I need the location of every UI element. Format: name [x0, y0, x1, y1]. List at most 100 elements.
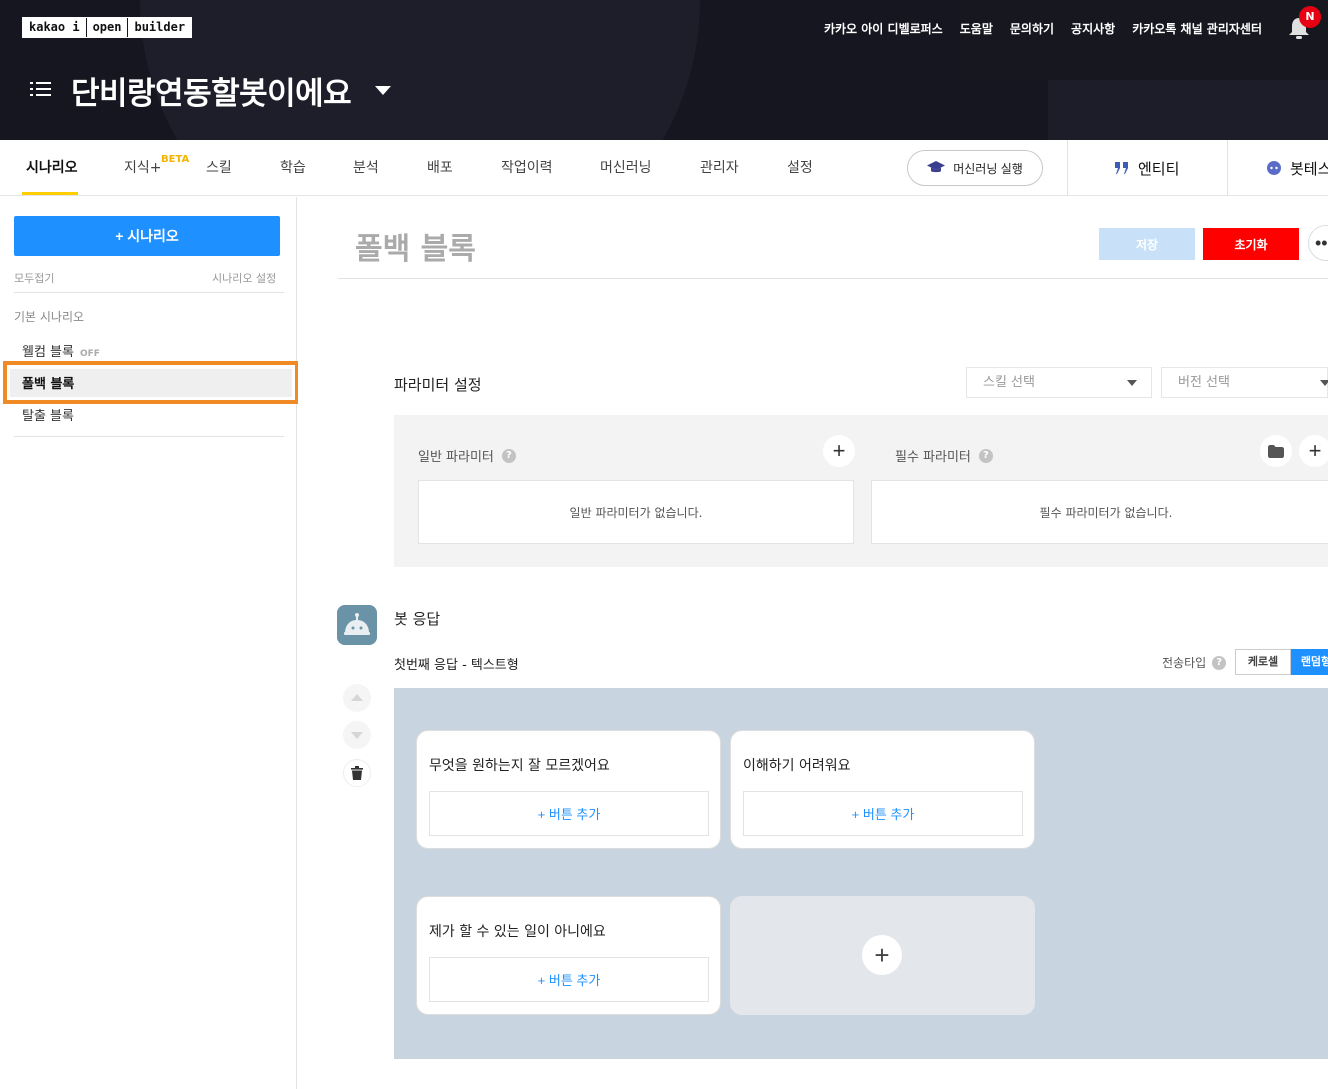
add-card-button[interactable]: +	[862, 935, 902, 975]
header-decoration	[1048, 80, 1328, 140]
logo-part: builder	[127, 18, 191, 37]
chat-bot-icon	[1267, 161, 1281, 175]
sidebar-item-exit-block[interactable]: 탈출 블록	[22, 405, 74, 424]
bot-avatar-icon	[337, 605, 377, 645]
response-card[interactable]: 무엇을 원하는지 잘 모르겠어요 + 버튼 추가	[416, 730, 721, 849]
logo-part: kakao i	[29, 20, 80, 34]
add-scenario-button[interactable]: + 시나리오	[14, 216, 280, 256]
version-select[interactable]: 버전 선택	[1161, 367, 1328, 398]
sidebar-item-label: 웰컴 블록	[22, 345, 74, 360]
link-inquiry[interactable]: 문의하기	[1010, 20, 1054, 37]
ml-button-label: 머신러닝 실행	[953, 161, 1023, 176]
tab-knowledge[interactable]: 지식+	[124, 140, 162, 196]
title-divider	[338, 278, 1328, 279]
send-type-random-button[interactable]: 랜덤형	[1291, 649, 1328, 675]
help-icon[interactable]: ?	[1212, 655, 1227, 670]
top-header: kakao i open builder 카카오 아이 디벨로퍼스 도움말 문의…	[0, 0, 1328, 140]
nav-divider	[1227, 140, 1228, 196]
chevron-up-icon	[351, 694, 363, 701]
send-type: 전송타입 ?	[1162, 654, 1227, 671]
tab-scenario[interactable]: 시나리오	[26, 140, 78, 196]
tab-admin[interactable]: 관리자	[700, 140, 739, 196]
required-parameter-label: 필수 파라미터	[895, 450, 971, 465]
general-parameter-label: 일반 파라미터	[418, 450, 494, 465]
sidebar-item-welcome-block[interactable]: 웰컴 블록 OFF	[22, 341, 100, 360]
response-card-text[interactable]: 이해하기 어려워요	[743, 755, 851, 775]
block-title[interactable]: 폴백 블록	[355, 224, 476, 268]
open-builder-page: kakao i open builder 카카오 아이 디벨로퍼스 도움말 문의…	[0, 0, 1328, 1089]
bot-name-title[interactable]: 단비랑연동할봇이에요	[71, 68, 352, 113]
link-developers[interactable]: 카카오 아이 디벨로퍼스	[824, 20, 943, 37]
response-card-text[interactable]: 제가 할 수 있는 일이 아니에요	[429, 921, 606, 941]
tab-history[interactable]: 작업이력	[501, 140, 553, 196]
scenario-settings-link[interactable]: 시나리오 설정	[212, 270, 276, 286]
add-card-slot[interactable]: +	[730, 896, 1035, 1015]
tab-analysis[interactable]: 분석	[353, 140, 379, 196]
help-icon[interactable]: ?	[978, 448, 993, 463]
add-required-parameter-button[interactable]: +	[1299, 435, 1328, 467]
skill-select-value: 스킬 선택	[983, 375, 1035, 390]
entity-link[interactable]: 엔티티	[1114, 140, 1179, 196]
delete-response-button[interactable]	[343, 759, 371, 787]
general-parameter-title: 일반 파라미터 ?	[418, 446, 516, 465]
send-type-carousel-button[interactable]: 케로셀	[1235, 649, 1291, 675]
folder-icon	[1268, 445, 1284, 458]
chevron-down-icon[interactable]	[375, 86, 391, 95]
highlight-box	[3, 361, 299, 404]
chevron-down-icon	[1320, 380, 1328, 386]
bot-test-link[interactable]: 봇테스	[1266, 140, 1328, 196]
sidebar-divider	[14, 292, 284, 293]
nav-divider	[1067, 140, 1068, 196]
header-decoration	[960, 0, 1328, 80]
link-help[interactable]: 도움말	[960, 20, 993, 37]
add-button-button[interactable]: + 버튼 추가	[429, 957, 709, 1002]
chevron-down-icon	[1127, 380, 1137, 386]
tab-skill[interactable]: 스킬	[206, 140, 232, 196]
kakao-i-open-builder-logo[interactable]: kakao i open builder	[22, 17, 193, 38]
top-links: 카카오 아이 디벨로퍼스 도움말 문의하기 공지사항 카카오톡 채널 관리자센터	[824, 20, 1262, 37]
general-parameter-empty: 일반 파라미터가 없습니다.	[418, 480, 854, 544]
entity-label: 엔티티	[1138, 159, 1180, 178]
help-icon[interactable]: ?	[501, 448, 516, 463]
response-subtitle: 첫번째 응답 - 텍스트형	[394, 658, 519, 673]
menu-list-icon[interactable]	[30, 79, 52, 99]
tab-settings[interactable]: 설정	[787, 140, 813, 196]
response-card-text[interactable]: 무엇을 원하는지 잘 모르겠어요	[429, 755, 610, 775]
response-card[interactable]: 제가 할 수 있는 일이 아니에요 + 버튼 추가	[416, 896, 721, 1015]
tab-deploy[interactable]: 배포	[427, 140, 453, 196]
block-editor: 폴백 블록 저장 초기화 •• 파라미터 설정 스킬 선택 버전 선택 일반 파…	[298, 197, 1328, 1089]
move-down-button[interactable]	[343, 721, 371, 749]
parameter-settings-title: 파라미터 설정	[394, 376, 482, 394]
add-button-button[interactable]: + 버튼 추가	[743, 791, 1023, 836]
beta-badge: BETA	[161, 154, 190, 165]
more-options-button[interactable]: ••	[1308, 225, 1328, 261]
tab-learning[interactable]: 학습	[280, 140, 306, 196]
parameter-panel: 일반 파라미터 ? + 일반 파라미터가 없습니다. 필수 파라미터 ? + 필…	[394, 415, 1328, 567]
collapse-all-link[interactable]: 모두접기	[14, 270, 54, 286]
scenario-sidebar: + 시나리오 모두접기 시나리오 설정 기본 시나리오 웰컴 블록 OFF 폴백 …	[0, 197, 299, 1089]
main-nav: 시나리오 지식+ BETA 스킬 학습 분석 배포 작업이력 머신러닝 관리자 …	[0, 140, 1328, 196]
trash-icon	[351, 766, 363, 780]
move-up-button[interactable]	[343, 684, 371, 712]
tab-machine-learning[interactable]: 머신러닝	[600, 140, 652, 196]
sidebar-item-label: 탈출 블록	[22, 409, 74, 424]
add-button-button[interactable]: + 버튼 추가	[429, 791, 709, 836]
active-tab-indicator	[22, 192, 78, 195]
folder-button[interactable]	[1260, 435, 1292, 467]
quote-icon	[1115, 162, 1128, 174]
reset-button[interactable]: 초기화	[1203, 228, 1299, 260]
notification-badge: N	[1299, 6, 1321, 28]
add-general-parameter-button[interactable]: +	[823, 435, 855, 467]
response-card[interactable]: 이해하기 어려워요 + 버튼 추가	[730, 730, 1035, 849]
graduation-cap-icon	[927, 161, 946, 173]
required-parameter-empty: 필수 파라미터가 없습니다.	[871, 480, 1328, 544]
link-notice[interactable]: 공지사항	[1071, 20, 1115, 37]
run-machine-learning-button[interactable]: 머신러닝 실행	[907, 150, 1043, 186]
sidebar-divider	[14, 436, 284, 437]
chevron-down-icon	[351, 732, 363, 739]
skill-select[interactable]: 스킬 선택	[966, 367, 1152, 398]
response-card-area: 무엇을 원하는지 잘 모르겠어요 + 버튼 추가 이해하기 어려워요 + 버튼 …	[394, 688, 1328, 1059]
logo-part: open	[85, 18, 128, 37]
save-button[interactable]: 저장	[1099, 228, 1195, 260]
link-channel-admin[interactable]: 카카오톡 채널 관리자센터	[1132, 20, 1262, 37]
